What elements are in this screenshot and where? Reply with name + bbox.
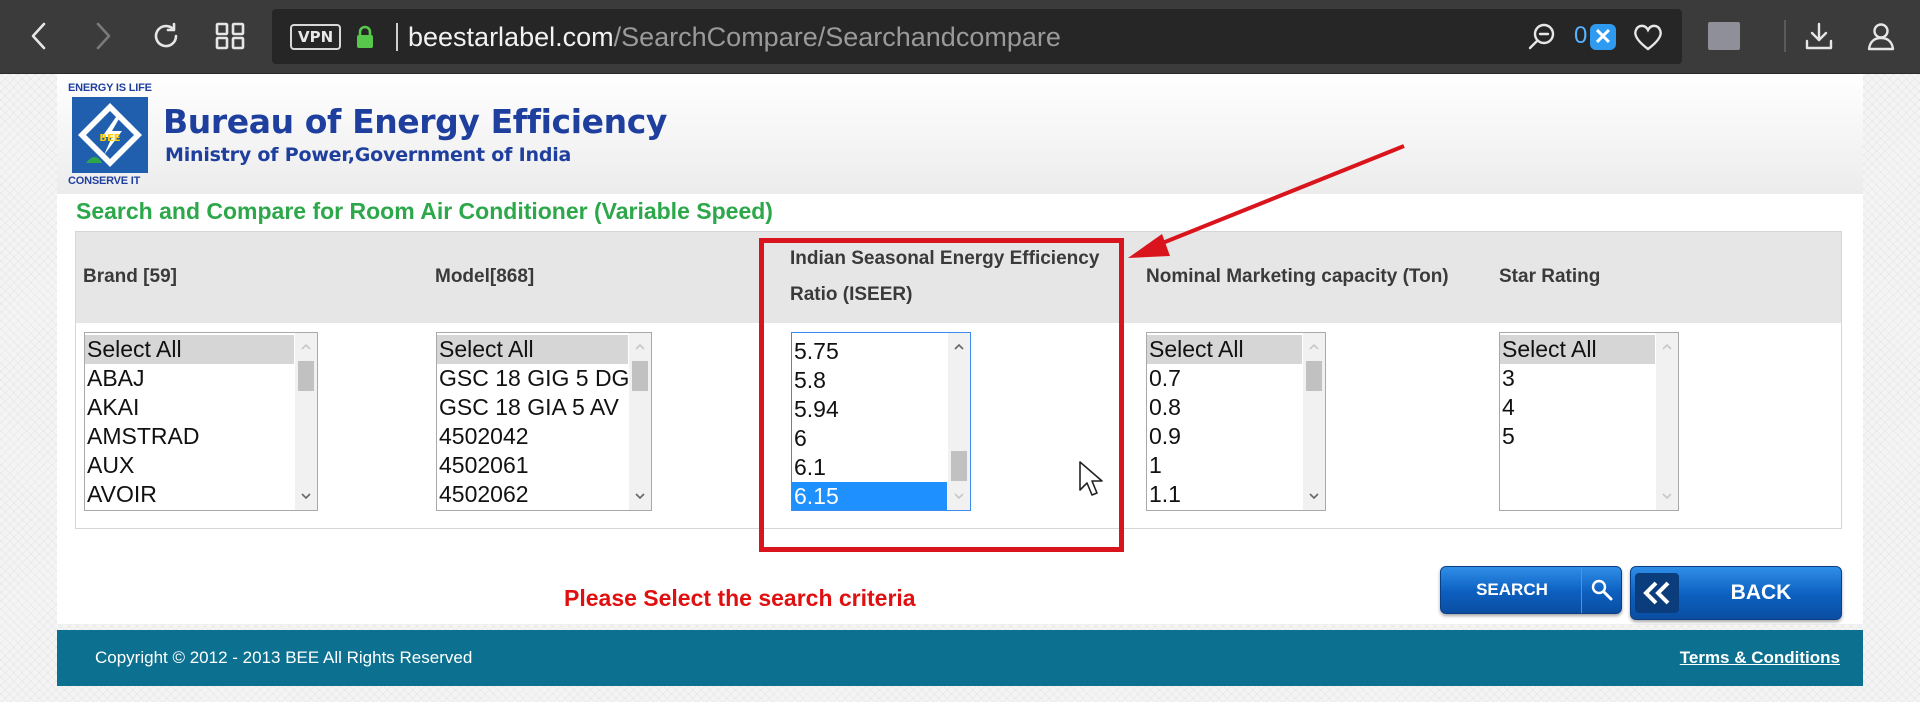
scroll-up-icon[interactable] — [1656, 335, 1678, 359]
list-option[interactable]: Select All — [85, 335, 294, 364]
url-text[interactable]: beestarlabel.com/SearchCompare/Searchand… — [408, 22, 1061, 53]
list-option[interactable]: Select All — [437, 335, 628, 364]
list-option[interactable]: AUX — [85, 451, 294, 480]
list-option[interactable]: Select All — [1147, 335, 1302, 364]
annotation-highlight-box — [759, 238, 1124, 552]
vpn-badge[interactable]: VPN — [290, 24, 342, 50]
brand-label: Brand [59] — [83, 266, 177, 287]
scrollbar[interactable] — [295, 333, 317, 510]
list-option[interactable]: GSC 18 GIG 5 DG — [437, 364, 628, 393]
capacity-label: Nominal Marketing capacity (Ton) — [1146, 266, 1449, 287]
list-option[interactable]: 4502042 — [437, 422, 628, 451]
double-chevron-left-icon — [1635, 573, 1679, 613]
list-option[interactable]: 0.7 — [1147, 364, 1302, 393]
list-option[interactable]: 4 — [1500, 393, 1655, 422]
list-option[interactable]: AKAI — [85, 393, 294, 422]
list-option[interactable]: 4502062 — [437, 480, 628, 509]
scroll-thumb[interactable] — [632, 361, 648, 391]
list-option[interactable]: 4502061 — [437, 451, 628, 480]
forward-nav-icon[interactable] — [80, 14, 124, 58]
org-name: Bureau of Energy Efficiency — [163, 102, 667, 141]
scrollbar[interactable] — [629, 333, 651, 510]
magnifier-icon — [1581, 567, 1621, 613]
scroll-thumb[interactable] — [298, 361, 314, 391]
bee-emblem-icon: BEE — [72, 97, 148, 173]
back-button[interactable]: BACK — [1630, 566, 1842, 620]
logo-tagline-bottom: CONSERVE IT — [68, 175, 141, 187]
search-button-label: SEARCH — [1476, 580, 1548, 599]
capacity-select[interactable]: Select All 0.7 0.8 0.9 1 1.1 — [1146, 332, 1326, 511]
logo-tagline-top: ENERGY IS LIFE — [68, 82, 152, 94]
toolbar-separator — [1784, 20, 1786, 52]
list-option[interactable]: AVOIR — [85, 480, 294, 509]
star-rating-label: Star Rating — [1499, 266, 1601, 287]
text-caret — [396, 23, 398, 51]
copyright-text: Copyright © 2012 - 2013 BEE All Rights R… — [95, 648, 473, 667]
list-option[interactable]: 5 — [1500, 422, 1655, 451]
model-label: Model[868] — [435, 266, 535, 287]
site-footer: Copyright © 2012 - 2013 BEE All Rights R… — [57, 630, 1863, 686]
star-rating-select[interactable]: Select All 3 4 5 — [1499, 332, 1679, 511]
scroll-down-icon[interactable] — [629, 484, 651, 508]
terms-link[interactable]: Terms & Conditions — [1680, 630, 1840, 686]
mouse-cursor-icon — [1079, 461, 1103, 496]
heart-bookmark-icon[interactable] — [1632, 21, 1664, 53]
tracker-count[interactable]: 0 — [1574, 22, 1587, 50]
search-button[interactable]: SEARCH — [1440, 566, 1622, 614]
scroll-down-icon[interactable] — [1303, 484, 1325, 508]
extension-thumbnail-icon[interactable] — [1708, 22, 1740, 50]
scrollbar[interactable] — [1303, 333, 1325, 510]
org-subtitle: Ministry of Power,Government of India — [165, 144, 572, 166]
site-header: ENERGY IS LIFE BEE CONSERVE IT Bureau of… — [57, 74, 1863, 194]
download-icon[interactable] — [1797, 14, 1841, 58]
back-button-label: BACK — [1730, 581, 1792, 604]
scroll-down-icon[interactable] — [1656, 484, 1678, 508]
reload-icon[interactable] — [144, 14, 188, 58]
adblock-shield-icon[interactable]: ✕ — [1590, 24, 1616, 50]
list-option[interactable]: GSC 18 GIA 5 AV — [437, 393, 628, 422]
speed-dial-grid-icon[interactable] — [208, 14, 252, 58]
scroll-up-icon[interactable] — [1303, 335, 1325, 359]
scroll-up-icon[interactable] — [629, 335, 651, 359]
list-option[interactable]: AMSTRAD — [85, 422, 294, 451]
scroll-down-icon[interactable] — [295, 484, 317, 508]
list-option[interactable]: 1.1 — [1147, 480, 1302, 509]
svg-text:BEE: BEE — [99, 133, 120, 144]
list-option[interactable]: 1 — [1147, 451, 1302, 480]
url-path: /SearchCompare/Searchandcompare — [613, 22, 1061, 52]
status-message: Please Select the search criteria — [564, 585, 916, 611]
scrollbar[interactable] — [1656, 333, 1678, 510]
model-select[interactable]: Select All GSC 18 GIG 5 DG GSC 18 GIA 5 … — [436, 332, 652, 511]
bee-logo[interactable]: ENERGY IS LIFE BEE CONSERVE IT — [68, 82, 152, 188]
back-nav-icon[interactable] — [18, 14, 62, 58]
scroll-up-icon[interactable] — [295, 335, 317, 359]
lock-icon[interactable] — [355, 25, 375, 54]
url-host: beestarlabel.com — [408, 22, 614, 52]
page-title: Search and Compare for Room Air Conditio… — [76, 198, 773, 224]
scroll-thumb[interactable] — [1306, 361, 1322, 391]
browser-toolbar: VPN beestarlabel.com/SearchCompare/Searc… — [0, 0, 1920, 74]
zoom-search-icon[interactable] — [1526, 21, 1558, 53]
profile-icon[interactable] — [1859, 14, 1903, 58]
address-bar[interactable]: VPN beestarlabel.com/SearchCompare/Searc… — [272, 9, 1682, 64]
list-option[interactable]: 0.9 — [1147, 422, 1302, 451]
brand-select[interactable]: Select All ABAJ AKAI AMSTRAD AUX AVOIR — [84, 332, 318, 511]
list-option[interactable]: ABAJ — [85, 364, 294, 393]
list-option[interactable]: 3 — [1500, 364, 1655, 393]
list-option[interactable]: Select All — [1500, 335, 1655, 364]
list-option[interactable]: 0.8 — [1147, 393, 1302, 422]
